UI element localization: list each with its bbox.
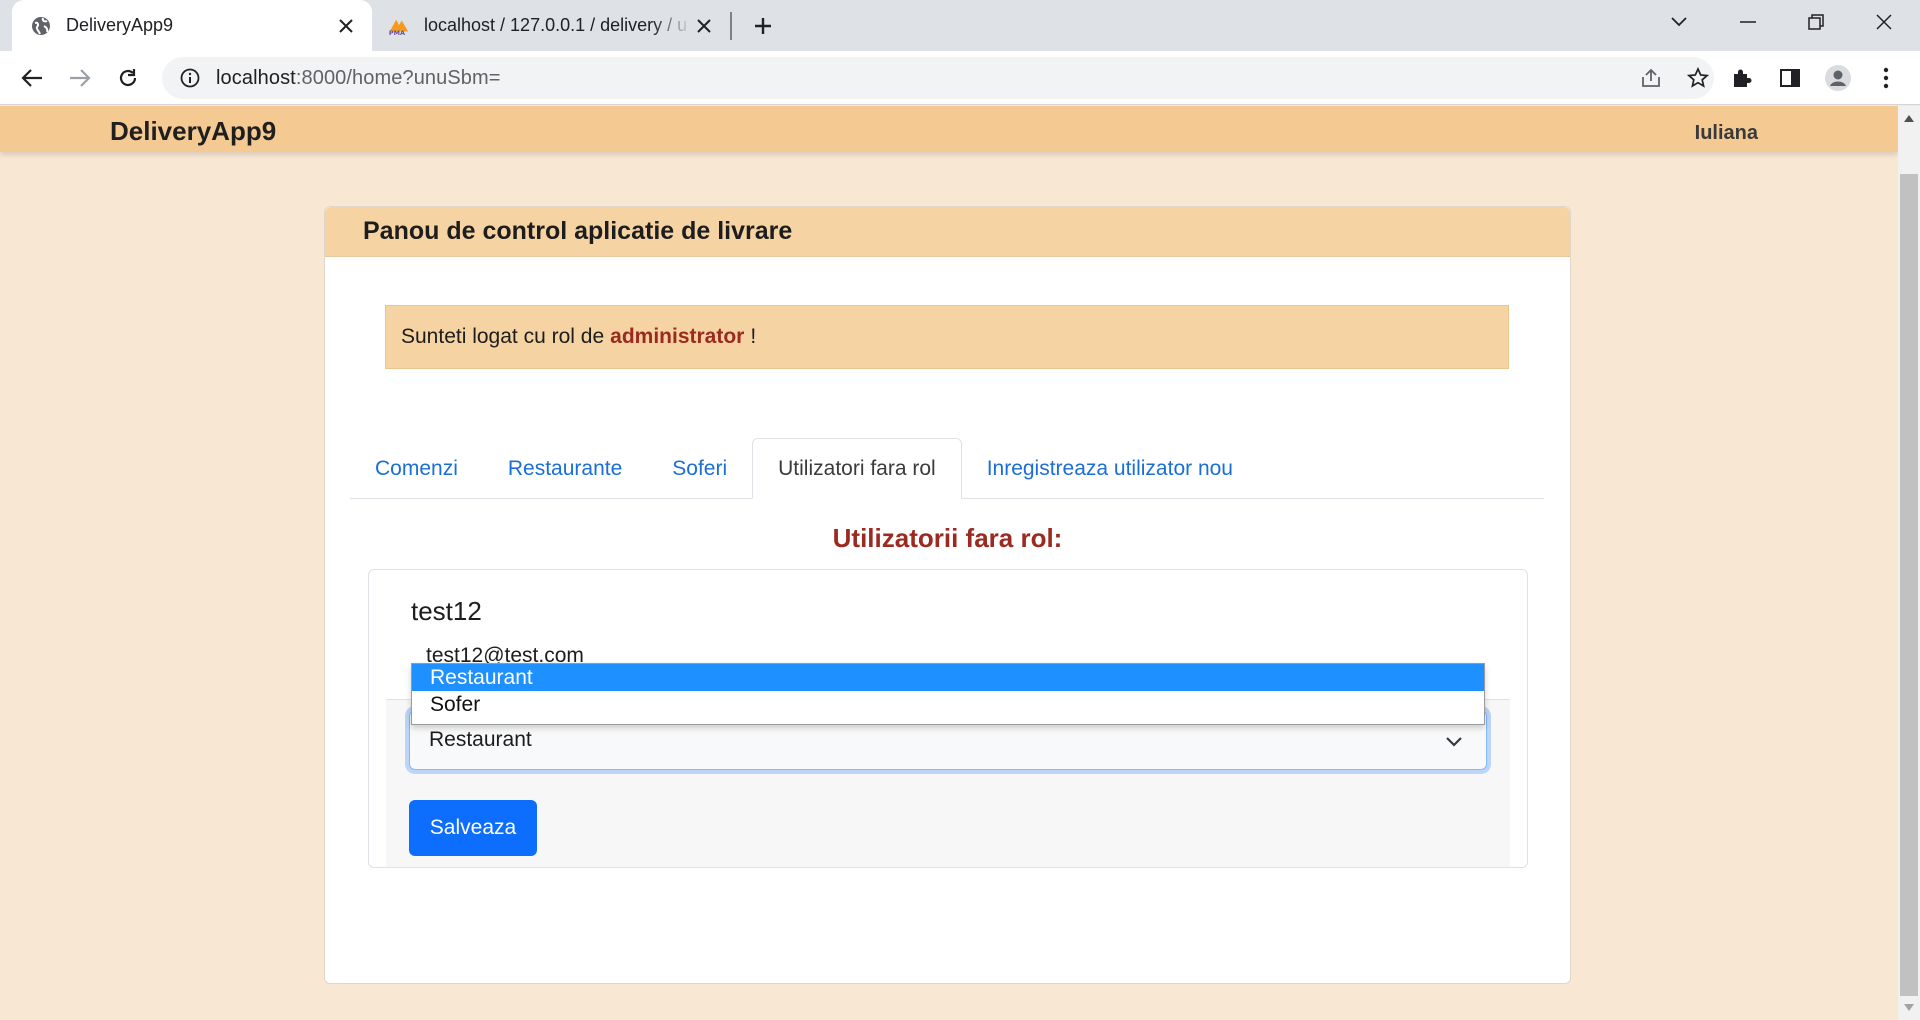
tab-soferi[interactable]: Soferi (647, 438, 752, 499)
restore-icon (1808, 14, 1824, 30)
page-viewport: DeliveryApp9 Iuliana Panou de control ap… (0, 106, 1898, 1020)
puzzle-icon (1734, 69, 1752, 87)
dashboard-card-header: Panou de control aplicatie de livrare (325, 207, 1570, 257)
site-info-icon[interactable] (178, 66, 202, 90)
scroll-up-icon[interactable] (1904, 114, 1914, 122)
restore-button[interactable] (1788, 0, 1844, 44)
tab-search-button[interactable] (1651, 0, 1707, 44)
tab-restaurante[interactable]: Restaurante (483, 438, 647, 499)
alert-suffix: ! (750, 325, 757, 348)
role-select-dropdown: Restaurant Sofer (411, 663, 1485, 725)
navbar-user-menu[interactable]: Iuliana (1695, 122, 1758, 145)
dashboard-card: Panou de control aplicatie de livrare Su… (324, 206, 1571, 984)
browser-menu-button[interactable] (1868, 60, 1904, 96)
role-alert: Sunteti logat cu rol de administrator ! (385, 305, 1509, 369)
tab-comenzi[interactable]: Comenzi (350, 438, 483, 499)
close-tab-icon[interactable] (692, 14, 716, 38)
minimize-button[interactable] (1720, 0, 1776, 44)
browser-tab-deliveryapp[interactable]: DeliveryApp9 (12, 0, 372, 51)
role-select-value: Restaurant (429, 728, 532, 751)
alert-role: administrator (610, 325, 745, 348)
svg-text:PMA: PMA (389, 29, 405, 36)
close-icon (1876, 14, 1892, 30)
profile-button[interactable] (1820, 60, 1856, 96)
bookmark-star-icon[interactable] (1680, 66, 1716, 90)
page-title: Panou de control aplicatie de livrare (363, 217, 793, 245)
arrow-right-icon (70, 69, 91, 87)
app-brand[interactable]: DeliveryApp9 (110, 116, 276, 147)
browser-tab-title: localhost / 127.0.0.1 / delivery / u (424, 15, 688, 35)
url-host: localhost (216, 66, 296, 89)
phpmyadmin-icon: PMA (388, 15, 410, 37)
role-option-sofer[interactable]: Sofer (412, 691, 1484, 718)
browser-tab-strip: DeliveryApp9 PMA localhost / 127.0.0.1 /… (0, 0, 1920, 51)
url-text: localhost:8000/home?unuSbm= (216, 67, 501, 90)
tab-utilizatori-fara-rol[interactable]: Utilizatori fara rol (752, 438, 962, 499)
url-path: :8000/home?unuSbm= (295, 66, 501, 89)
section-title: Utilizatorii fara rol: (832, 523, 1063, 553)
side-panel-button[interactable] (1772, 60, 1808, 96)
alert-text: Sunteti logat cu rol de (401, 325, 605, 348)
minimize-icon (1740, 21, 1756, 23)
tab-separator (730, 12, 732, 40)
reload-icon (119, 69, 137, 87)
user-name: test12 (411, 596, 482, 626)
more-vertical-icon (1883, 67, 1889, 89)
forward-button[interactable] (62, 60, 98, 96)
browser-toolbar: localhost:8000/home?unuSbm= (0, 51, 1920, 105)
scrollbar-thumb[interactable] (1900, 174, 1918, 996)
avatar-icon (1825, 65, 1851, 91)
close-window-button[interactable] (1856, 0, 1912, 44)
close-tab-icon[interactable] (334, 14, 358, 38)
scroll-down-icon[interactable] (1904, 1004, 1914, 1012)
browser-tab-phpmyadmin[interactable]: PMA localhost / 127.0.0.1 / delivery / u (380, 0, 730, 51)
chevron-down-icon (1446, 737, 1462, 747)
back-button[interactable] (14, 60, 50, 96)
side-panel-icon (1780, 69, 1800, 87)
address-bar[interactable]: localhost:8000/home?unuSbm= (162, 57, 1714, 99)
save-button[interactable]: Salveaza (409, 800, 537, 856)
app-navbar: DeliveryApp9 Iuliana (0, 106, 1898, 152)
new-tab-button[interactable] (748, 11, 778, 41)
tab-inregistreaza-utilizator[interactable]: Inregistreaza utilizator nou (962, 438, 1258, 499)
share-icon[interactable] (1633, 66, 1669, 90)
chevron-down-icon (1671, 17, 1687, 27)
plus-icon (755, 18, 771, 34)
extensions-button[interactable] (1724, 60, 1760, 96)
browser-tab-title: DeliveryApp9 (66, 15, 174, 35)
globe-icon (30, 15, 52, 37)
dashboard-tabs: Comenzi Restaurante Soferi Utilizatori f… (350, 438, 1544, 499)
reload-button[interactable] (110, 60, 146, 96)
page-scrollbar[interactable] (1898, 106, 1920, 1020)
role-option-restaurant[interactable]: Restaurant (412, 664, 1484, 691)
arrow-left-icon (21, 69, 42, 87)
